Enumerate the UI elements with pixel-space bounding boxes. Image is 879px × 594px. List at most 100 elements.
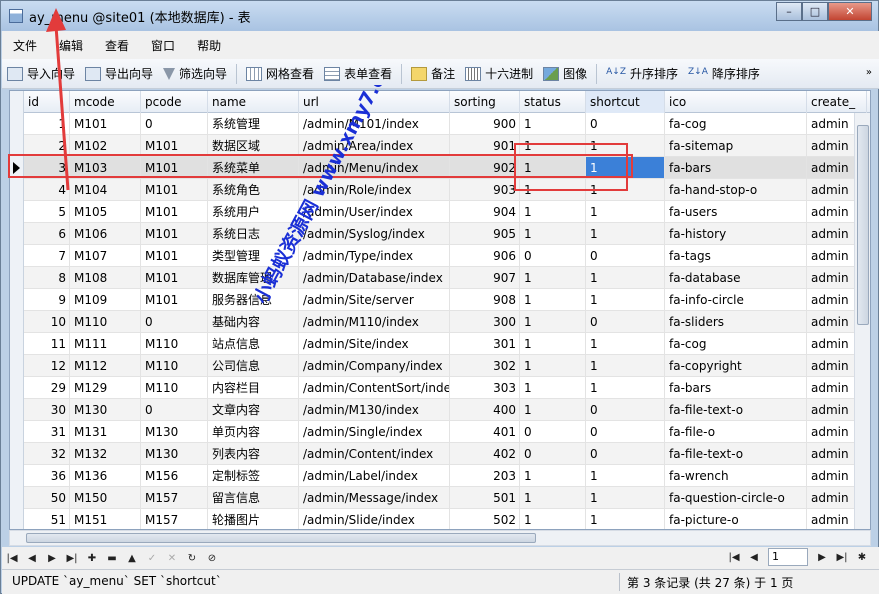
cell-ico[interactable]: fa-cog: [665, 113, 807, 135]
column-header-create[interactable]: create_: [807, 91, 867, 113]
table-row[interactable]: 5 M105 M101 系统用户/admin/User/index 904 1 1 fa-us…: [10, 201, 870, 223]
cell-sorting[interactable]: 907: [450, 267, 520, 289]
add-record-icon[interactable]: ✚: [82, 553, 102, 564]
table-row[interactable]: 32 M132 M130 列表内容/admin/Content/index 402 0 0 f…: [10, 443, 870, 465]
cell-id[interactable]: 7: [24, 245, 70, 267]
cell-mcode[interactable]: M132: [70, 443, 141, 465]
table-row[interactable]: 29 M129 M110 内容栏目/admin/ContentSort/inde 303…: [10, 377, 870, 399]
column-header-pcode[interactable]: pcode: [141, 91, 208, 113]
next-record-icon[interactable]: ▶: [42, 553, 62, 564]
cell-id[interactable]: 6: [24, 223, 70, 245]
table-row[interactable]: 30 M130 0 文章内容/admin/M130/index 400 1 0 fa-file…: [10, 399, 870, 421]
table-row[interactable]: 51 M151 M157 轮播图片/admin/Slide/index 502 1 1 fa-…: [10, 509, 870, 529]
cell-mcode[interactable]: M150: [70, 487, 141, 509]
first-record-icon[interactable]: |◀: [2, 553, 22, 564]
last-record-icon[interactable]: ▶|: [62, 553, 82, 564]
vertical-scrollbar[interactable]: [854, 113, 870, 529]
cell-sorting[interactable]: 400: [450, 399, 520, 421]
apply-icon[interactable]: ✓: [142, 553, 162, 564]
cell-sorting[interactable]: 300: [450, 311, 520, 333]
cell-pcode[interactable]: 0: [141, 113, 208, 135]
cell-ico[interactable]: fa-history: [665, 223, 807, 245]
cell-pcode[interactable]: M157: [141, 487, 208, 509]
cell-ico[interactable]: fa-bars: [665, 157, 807, 179]
table-row[interactable]: 50 M150 M157 留言信息/admin/Message/index 501 1 1 f…: [10, 487, 870, 509]
hex-button[interactable]: 十六进制: [460, 62, 538, 86]
cell-url[interactable]: /admin/Single/index: [299, 421, 450, 443]
cell-ico[interactable]: fa-hand-stop-o: [665, 179, 807, 201]
menu-window[interactable]: 窗口: [140, 37, 186, 54]
cell-pcode[interactable]: 0: [141, 399, 208, 421]
row-selector[interactable]: [10, 267, 24, 289]
cell-ico[interactable]: fa-wrench: [665, 465, 807, 487]
cell-sorting[interactable]: 501: [450, 487, 520, 509]
menu-help[interactable]: 帮助: [186, 37, 232, 54]
cell-ico[interactable]: fa-question-circle-o: [665, 487, 807, 509]
cell-pcode[interactable]: M101: [141, 289, 208, 311]
cell-pcode[interactable]: M101: [141, 267, 208, 289]
cell-url[interactable]: /admin/M130/index: [299, 399, 450, 421]
cell-status[interactable]: 1: [520, 487, 586, 509]
cell-name[interactable]: 系统管理: [208, 113, 299, 135]
cell-status[interactable]: 1: [520, 333, 586, 355]
memo-button[interactable]: 备注: [406, 62, 460, 86]
cell-status[interactable]: 1: [520, 377, 586, 399]
cell-url[interactable]: /admin/Company/index: [299, 355, 450, 377]
settings-icon[interactable]: ✱: [852, 552, 872, 563]
cell-shortcut[interactable]: 1: [586, 333, 665, 355]
toolbar-overflow-button[interactable]: »: [866, 67, 872, 78]
cell-sorting[interactable]: 904: [450, 201, 520, 223]
cell-sorting[interactable]: 203: [450, 465, 520, 487]
cell-mcode[interactable]: M129: [70, 377, 141, 399]
cell-ico[interactable]: fa-file-o: [665, 421, 807, 443]
cell-pcode[interactable]: M110: [141, 377, 208, 399]
cell-id[interactable]: 8: [24, 267, 70, 289]
cell-sorting[interactable]: 900: [450, 113, 520, 135]
delete-record-icon[interactable]: ▬: [102, 553, 122, 564]
cell-ico[interactable]: fa-info-circle: [665, 289, 807, 311]
table-row[interactable]: 6 M106 M101 系统日志/admin/Syslog/index 905 1 1 fa-…: [10, 223, 870, 245]
cell-status[interactable]: 0: [520, 443, 586, 465]
grid-view-button[interactable]: 网格查看: [241, 62, 319, 86]
cell-status[interactable]: 1: [520, 267, 586, 289]
cell-id[interactable]: 51: [24, 509, 70, 529]
cell-name[interactable]: 站点信息: [208, 333, 299, 355]
cell-shortcut[interactable]: 1: [586, 201, 665, 223]
cell-name[interactable]: 基础内容: [208, 311, 299, 333]
cell-ico[interactable]: fa-file-text-o: [665, 443, 807, 465]
cell-id[interactable]: 32: [24, 443, 70, 465]
cell-shortcut[interactable]: 1: [586, 355, 665, 377]
cell-name[interactable]: 文章内容: [208, 399, 299, 421]
row-selector[interactable]: [10, 201, 24, 223]
cell-pcode[interactable]: M101: [141, 223, 208, 245]
cell-url[interactable]: /admin/Content/index: [299, 443, 450, 465]
table-row[interactable]: 8 M108 M101 数据库管理/admin/Database/index 907 1 1…: [10, 267, 870, 289]
table-row[interactable]: 11 M111 M110 站点信息/admin/Site/index 301 1 1 fa-c…: [10, 333, 870, 355]
cell-mcode[interactable]: M109: [70, 289, 141, 311]
cell-url[interactable]: /admin/Message/index: [299, 487, 450, 509]
cell-name[interactable]: 定制标签: [208, 465, 299, 487]
cell-id[interactable]: 10: [24, 311, 70, 333]
row-selector[interactable]: [10, 399, 24, 421]
cell-name[interactable]: 列表内容: [208, 443, 299, 465]
cell-url[interactable]: /admin/Label/index: [299, 465, 450, 487]
row-selector[interactable]: [10, 377, 24, 399]
cell-status[interactable]: 1: [520, 289, 586, 311]
cell-id[interactable]: 50: [24, 487, 70, 509]
cell-sorting[interactable]: 906: [450, 245, 520, 267]
table-row[interactable]: 1M1010系统管理/admin/M101/index90010fa-cogad…: [10, 113, 870, 135]
cell-url[interactable]: /admin/Slide/index: [299, 509, 450, 529]
cell-shortcut[interactable]: 0: [586, 113, 665, 135]
column-header-url[interactable]: url: [299, 91, 450, 113]
row-selector[interactable]: [10, 487, 24, 509]
cell-mcode[interactable]: M151: [70, 509, 141, 529]
cell-url[interactable]: /admin/Syslog/index: [299, 223, 450, 245]
row-selector[interactable]: [10, 289, 24, 311]
cell-pcode[interactable]: M101: [141, 245, 208, 267]
cell-name[interactable]: 留言信息: [208, 487, 299, 509]
cell-name[interactable]: 类型管理: [208, 245, 299, 267]
cell-id[interactable]: 9: [24, 289, 70, 311]
cell-status[interactable]: 1: [520, 311, 586, 333]
cell-ico[interactable]: fa-database: [665, 267, 807, 289]
row-selector[interactable]: [10, 421, 24, 443]
